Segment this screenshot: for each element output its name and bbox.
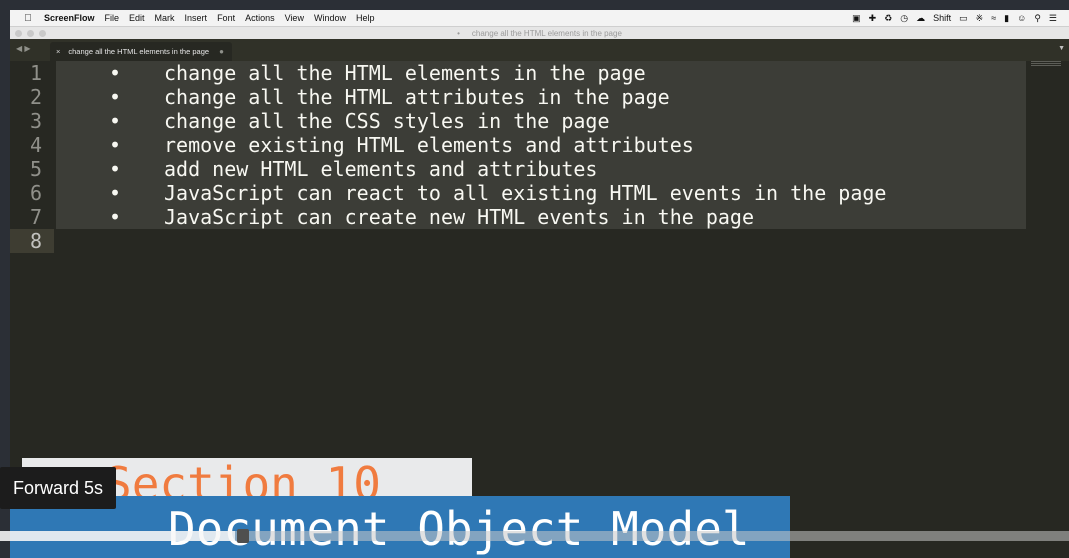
topic-title: Document Object Model [168,502,750,556]
bullet: • [108,85,122,109]
code-line-text: change all the HTML attributes in the pa… [164,85,670,109]
code-line: • JavaScript can create new HTML events i… [56,205,1026,229]
progress-handle[interactable] [237,529,250,543]
airplay-icon[interactable]: ▭ [959,13,968,24]
tab-close-icon[interactable]: × [56,47,60,56]
bullet: • [108,157,122,181]
line-number: 7 [29,205,42,229]
video-progress-bar[interactable] [0,529,1069,543]
plus-icon[interactable]: ✚ [869,13,877,24]
line-number: 3 [29,109,42,133]
list-icon[interactable]: ☰ [1049,13,1057,24]
bluetooth-icon[interactable]: ※ [976,13,984,24]
tab-nav-arrows-icon[interactable]: ◀ ▶ [16,44,31,53]
menu-mark[interactable]: Mark [155,13,175,23]
screen-record-icon[interactable]: ▣ [852,13,861,24]
menu-help[interactable]: Help [356,13,375,23]
forward-tooltip: Forward 5s [0,467,116,509]
window-title-text: change all the HTML elements in the page [471,28,622,38]
wifi-icon[interactable]: ≈ [991,13,996,23]
status-area: ▣ ✚ ♻ ◷ ☁ Shift ▭ ※ ≈ ▮ ☺ ⚲ ☰ [848,13,1069,24]
sync-icon[interactable]: ♻ [884,13,892,24]
code-line: • JavaScript can react to all existing HT… [56,181,1026,205]
menu-insert[interactable]: Insert [185,13,208,23]
window-frame-top [0,0,1069,10]
minimap[interactable] [1031,61,1061,67]
tab-active[interactable]: × change all the HTML elements in the pa… [50,42,232,61]
menu-bar:  ScreenFlow File Edit Mark Insert Font … [10,10,1069,27]
code-line: • change all the HTML attributes in the p… [56,85,1026,109]
line-number: 5 [29,157,42,181]
bullet: • [108,61,122,85]
bullet: • [108,181,122,205]
battery-icon[interactable]: ▮ [1004,13,1009,24]
menu-window[interactable]: Window [314,13,346,23]
search-icon[interactable]: ⚲ [1034,13,1041,24]
line-number-current: 8 [10,229,54,253]
menu-font[interactable]: Font [217,13,235,23]
window-title-bar: • change all the HTML elements in the pag… [10,27,1069,39]
line-number: 2 [29,85,42,109]
menu-app-name[interactable]: ScreenFlow [44,13,95,23]
code-line: • remove existing HTML elements and attri… [56,133,1026,157]
bullet: • [108,109,122,133]
cloud-icon[interactable]: ☁ [916,13,925,24]
code-line-text: JavaScript can create new HTML events in… [164,205,755,229]
modified-dot-icon: • [457,28,460,38]
menu-view[interactable]: View [285,13,304,23]
apple-icon[interactable]:  [18,13,38,24]
progress-played [0,531,236,541]
line-number: 4 [29,133,42,157]
user-icon[interactable]: ☺ [1017,13,1026,23]
line-number-gutter: 1 2 3 4 5 6 7 8 [10,61,54,253]
code-line-text: remove existing HTML elements and attrib… [164,133,694,157]
tab-menu-icon[interactable]: ▼ [1058,45,1065,52]
code-line: • change all the CSS styles in the page [56,109,1026,133]
menu-edit[interactable]: Edit [129,13,145,23]
code-line-text: change all the CSS styles in the page [164,109,610,133]
tab-label: change all the HTML elements in the page [68,47,210,56]
code-line: • change all the HTML elements in the pag… [56,61,1026,85]
line-number: 1 [29,61,42,85]
code-line-text: add new HTML elements and attributes [164,157,598,181]
code-line-text: JavaScript can react to all existing HTM… [164,181,887,205]
code-text-area[interactable]: • change all the HTML elements in the pag… [56,61,1026,253]
code-line-text: change all the HTML elements in the page [164,61,646,85]
tab-bar: ◀ ▶ × change all the HTML elements in th… [10,39,1069,62]
code-line: • add new HTML elements and attributes [56,157,1026,181]
unsaved-dot-icon: ● [219,47,224,56]
shift-label[interactable]: Shift [933,13,951,23]
window-title: • change all the HTML elements in the pag… [10,29,1069,38]
menu-actions[interactable]: Actions [245,13,275,23]
bullet: • [108,205,122,229]
line-number: 6 [29,181,42,205]
clock-icon[interactable]: ◷ [900,13,908,24]
bullet: • [108,133,122,157]
menu-file[interactable]: File [105,13,120,23]
